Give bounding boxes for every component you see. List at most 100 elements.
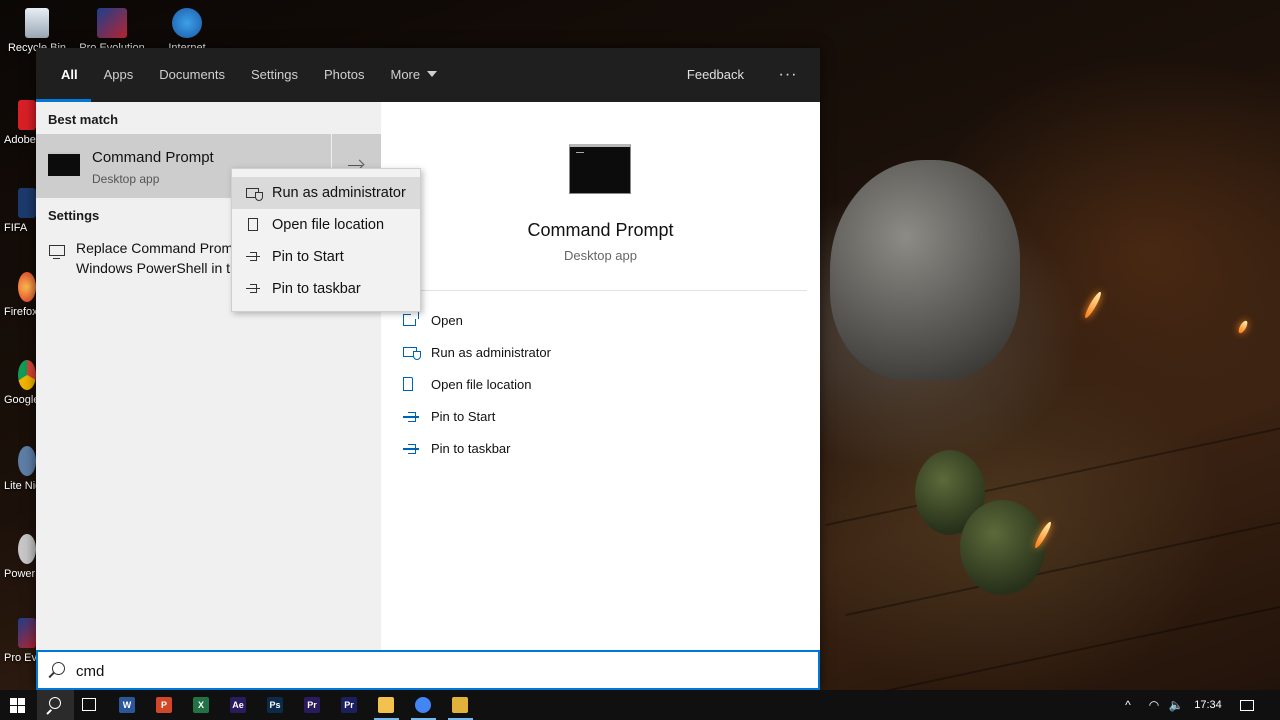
adobe-cc-icon bbox=[18, 100, 36, 130]
taskbar-app-powerpoint[interactable]: P bbox=[146, 690, 183, 720]
wallpaper-helmet bbox=[830, 160, 1020, 380]
taskbar-app-app-shortcut[interactable] bbox=[442, 690, 479, 720]
more-options-button[interactable]: ··· bbox=[766, 66, 810, 84]
action-run-as-administrator[interactable]: Run as administrator bbox=[403, 341, 551, 363]
best-match-subtitle: Desktop app bbox=[92, 172, 160, 186]
action-open-file-location[interactable]: Open file location bbox=[403, 373, 531, 395]
clock[interactable]: 17:34 bbox=[1188, 690, 1228, 720]
fifa-icon bbox=[18, 188, 36, 218]
chrome-icon bbox=[18, 360, 36, 390]
search-filter-tabs: All Apps Documents Settings Photos More … bbox=[36, 48, 820, 102]
context-menu-label: Pin to Start bbox=[272, 249, 344, 265]
app-shortcut-icon bbox=[18, 534, 36, 564]
file-icon bbox=[403, 377, 413, 391]
context-menu-open-file-location[interactable]: Open file location bbox=[232, 209, 420, 241]
search-icon bbox=[49, 697, 61, 709]
game-shortcut-icon bbox=[97, 8, 127, 38]
word-icon: W bbox=[119, 697, 135, 713]
action-pin-to-start-label: Pin to Start bbox=[431, 408, 496, 424]
pin-icon bbox=[246, 282, 260, 296]
context-menu-pin-to-taskbar[interactable]: Pin to taskbar bbox=[232, 273, 420, 305]
notification-icon bbox=[1240, 700, 1254, 712]
desktop-icon-firefox[interactable]: Firefox bbox=[0, 272, 36, 318]
shield-icon bbox=[403, 347, 421, 360]
taskbar-search-button[interactable] bbox=[37, 690, 74, 720]
taskbar-app-file-explorer[interactable] bbox=[368, 690, 405, 720]
wallpaper-grenade bbox=[960, 500, 1045, 595]
feedback-button[interactable]: Feedback bbox=[665, 48, 766, 102]
action-open-file-location-label: Open file location bbox=[431, 376, 532, 392]
show-hidden-icons-button[interactable]: ^ bbox=[1116, 690, 1140, 720]
action-open[interactable]: Open bbox=[403, 309, 463, 331]
command-prompt-icon bbox=[48, 152, 80, 176]
settings-header: Settings bbox=[48, 208, 100, 223]
action-open-label: Open bbox=[431, 312, 463, 328]
taskbar-app-photoshop[interactable]: Ps bbox=[257, 690, 294, 720]
task-view-icon bbox=[82, 698, 96, 711]
file-icon bbox=[248, 218, 258, 231]
taskbar-app-after-effects[interactable]: Ae bbox=[220, 690, 257, 720]
preview-pane: Command Prompt Desktop app Open Run as a… bbox=[381, 102, 820, 650]
game-shortcut-icon bbox=[18, 446, 36, 476]
context-menu-label: Pin to taskbar bbox=[272, 281, 361, 297]
desktop-icon-pes[interactable]: Pro Evolution Soccer bbox=[0, 618, 36, 664]
tab-settings[interactable]: Settings bbox=[238, 48, 311, 102]
file-explorer-icon bbox=[378, 697, 394, 713]
tab-all[interactable]: All bbox=[36, 48, 91, 102]
task-view-button[interactable] bbox=[71, 690, 108, 720]
context-menu-run-as-administrator[interactable]: Run as administrator bbox=[232, 177, 420, 209]
search-icon bbox=[52, 662, 65, 675]
search-input[interactable] bbox=[76, 660, 776, 682]
context-menu-label: Open file location bbox=[272, 217, 385, 233]
best-match-header: Best match bbox=[48, 112, 119, 127]
preview-title: Command Prompt bbox=[527, 220, 674, 240]
desktop-icon-fifa[interactable]: FIFA bbox=[0, 188, 36, 234]
powerpoint-icon: P bbox=[156, 697, 172, 713]
after-effects-icon: Ae bbox=[230, 697, 246, 713]
start-button[interactable] bbox=[0, 690, 37, 720]
tab-apps[interactable]: Apps bbox=[91, 48, 147, 102]
taskbar-app-premiere[interactable]: Pr bbox=[294, 690, 331, 720]
game-shortcut-icon bbox=[18, 618, 36, 648]
desktop-icon-power[interactable]: Power bbox=[0, 534, 36, 580]
tab-more[interactable]: More bbox=[377, 48, 450, 102]
context-menu-label: Run as administrator bbox=[272, 185, 406, 201]
desktop-icon-adobe-cc[interactable]: Adobe Creative bbox=[0, 100, 36, 146]
windows-logo-icon bbox=[10, 698, 25, 713]
tab-more-label: More bbox=[390, 67, 421, 82]
shield-icon bbox=[246, 188, 263, 201]
pin-icon bbox=[246, 250, 260, 264]
taskbar-app-premiere-rush[interactable]: Pr bbox=[331, 690, 368, 720]
taskbar-app-chrome[interactable] bbox=[405, 690, 442, 720]
pin-icon bbox=[403, 440, 421, 456]
tab-photos[interactable]: Photos bbox=[311, 48, 377, 102]
taskbar: W P X Ae Ps Pr Pr ^ ◠ 🔈 17:34 bbox=[0, 690, 1280, 720]
recycle-bin-icon bbox=[25, 8, 49, 38]
context-menu-pin-to-start[interactable]: Pin to Start bbox=[232, 241, 420, 273]
best-match-title: Command Prompt bbox=[92, 149, 214, 166]
action-run-as-admin-label: Run as administrator bbox=[431, 344, 551, 360]
action-center-button[interactable] bbox=[1232, 690, 1262, 720]
volume-icon[interactable]: 🔈 bbox=[1164, 690, 1188, 720]
taskbar-app-excel[interactable]: X bbox=[183, 690, 220, 720]
desktop-icon-chrome[interactable]: Google Chrome bbox=[0, 360, 36, 406]
action-pin-to-start[interactable]: Pin to Start bbox=[403, 405, 495, 427]
command-prompt-large-icon bbox=[569, 144, 631, 194]
app-shortcut-icon bbox=[452, 697, 468, 713]
start-search-panel: All Apps Documents Settings Photos More … bbox=[36, 48, 820, 690]
open-icon bbox=[403, 311, 419, 326]
action-pin-to-taskbar[interactable]: Pin to taskbar bbox=[403, 437, 511, 459]
premiere-rush-icon: Pr bbox=[341, 697, 357, 713]
wifi-icon[interactable]: ◠ bbox=[1142, 690, 1166, 720]
divider bbox=[395, 290, 807, 291]
chevron-down-icon bbox=[427, 71, 438, 77]
taskbar-app-word[interactable]: W bbox=[109, 690, 146, 720]
context-menu: Run as administrator Open file location … bbox=[231, 168, 421, 312]
monitor-icon bbox=[49, 245, 65, 259]
desktop-icon-lite-nightmare[interactable]: Lite Nightmare bbox=[0, 446, 36, 492]
search-box bbox=[36, 650, 820, 690]
tab-documents[interactable]: Documents bbox=[146, 48, 238, 102]
chrome-icon bbox=[415, 697, 431, 713]
photoshop-icon: Ps bbox=[267, 697, 283, 713]
pin-icon bbox=[403, 408, 421, 424]
